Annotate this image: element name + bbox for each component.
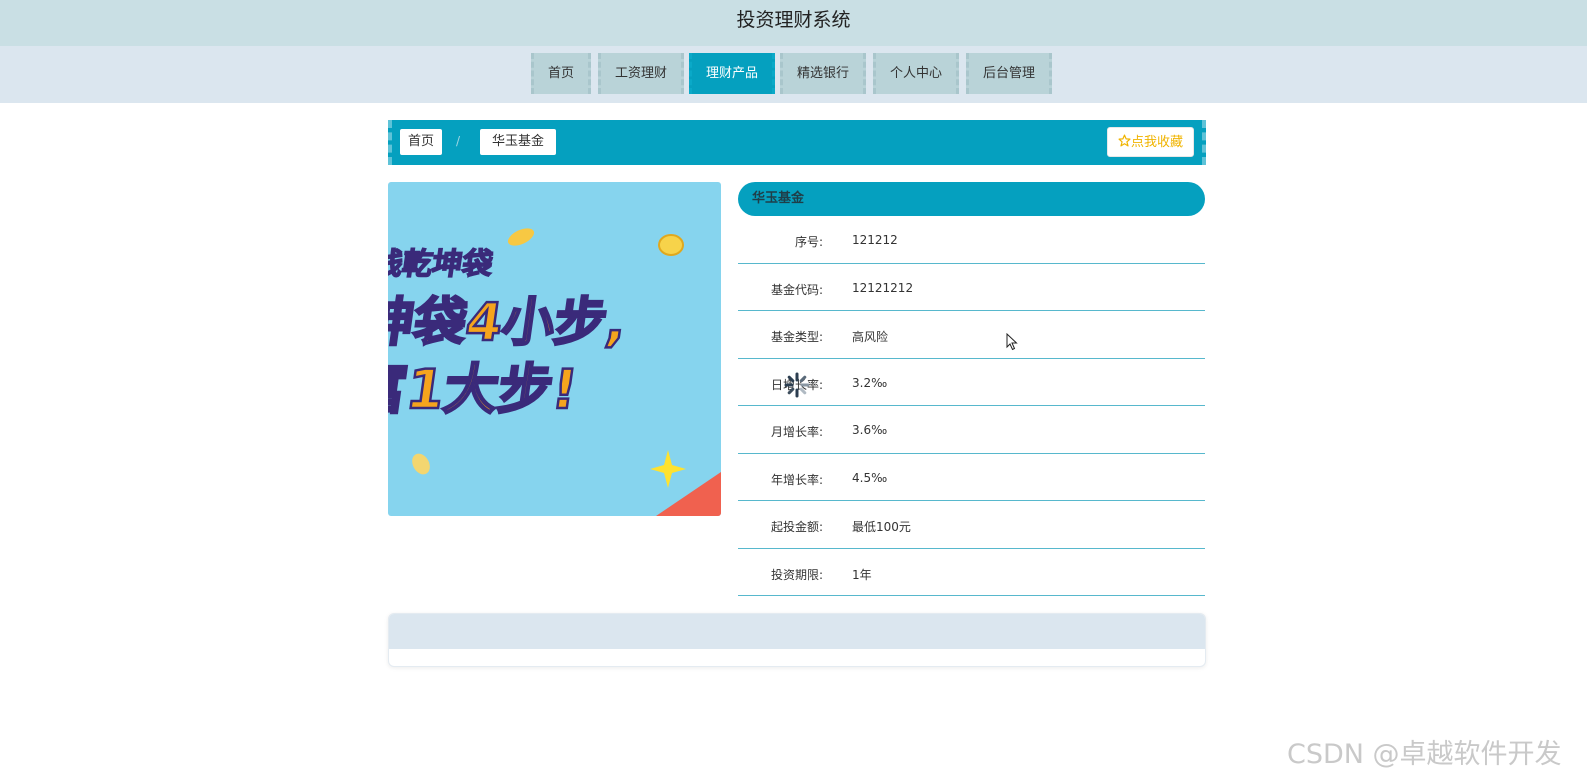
detail-label: 月增长率: — [770, 425, 823, 439]
detail-label: 起投金额: — [770, 520, 823, 534]
banner-text-line2: 坤袋4小步, — [388, 293, 630, 353]
star-outline-icon — [1118, 134, 1131, 147]
detail-value: 12121212 — [852, 280, 914, 295]
app-title: 投资理财系统 — [736, 9, 851, 31]
comments-panel — [388, 613, 1206, 667]
detail-label: 基金代码: — [770, 282, 823, 297]
favorite-button[interactable]: 点我收藏 — [1106, 127, 1194, 157]
nav-item-personal-center[interactable]: 个人中心 — [873, 53, 960, 94]
detail-row-term: 投资期限: 1年 — [738, 549, 1205, 596]
detail-row-fund-code: 基金代码: 12121212 — [738, 264, 1205, 311]
detail-value: 1年 — [852, 567, 872, 582]
main-nav: 首页 工资理财 理财产品 精选银行 个人中心 后台管理 — [0, 46, 1587, 103]
nav-item-home[interactable]: 首页 — [531, 53, 592, 94]
nav-item-finance-products[interactable]: 理财产品 — [689, 53, 776, 94]
breadcrumb-home-link[interactable]: 首页 — [400, 129, 443, 155]
product-detail-list: 序号: 121212 基金代码: 12121212 基金类型: 高风险 日增长率… — [738, 216, 1205, 596]
detail-value: 4.5‰ — [852, 470, 888, 485]
detail-label: 年增长率: — [770, 472, 823, 487]
detail-row-yearly-growth: 年增长率: 4.5‰ — [738, 454, 1205, 501]
detail-value: 121212 — [852, 233, 898, 247]
banner-text-line3: 富1大步! — [388, 358, 581, 421]
watermark-text: CSDN @卓越软件开发 — [1287, 739, 1562, 770]
nav-item-salary-finance[interactable]: 工资理财 — [598, 53, 685, 94]
detail-value: 高风险 — [852, 330, 889, 344]
breadcrumb-bar: 首页 / 华玉基金 点我收藏 — [388, 120, 1206, 165]
mouse-pointer-icon — [1006, 332, 1018, 355]
detail-value: 3.2‰ — [852, 375, 888, 390]
favorite-label: 点我收藏 — [1130, 135, 1183, 150]
detail-row-fund-type: 基金类型: 高风险 — [738, 311, 1205, 359]
detail-row-monthly-growth: 月增长率: 3.6‰ — [738, 406, 1205, 454]
detail-label: 序号: — [794, 235, 823, 249]
product-name-header: 华玉基金 — [738, 182, 1205, 216]
nav-item-selected-banks[interactable]: 精选银行 — [780, 53, 867, 94]
detail-label: 投资期限: — [770, 567, 823, 582]
detail-label: 基金类型: — [770, 330, 823, 344]
comments-panel-header — [389, 614, 1205, 649]
detail-value: 最低100元 — [852, 520, 911, 534]
breadcrumb-separator: / — [456, 134, 461, 148]
detail-row-serial: 序号: 121212 — [738, 216, 1205, 264]
detail-row-min-investment: 起投金额: 最低100元 — [738, 501, 1205, 549]
top-header: 投资理财系统 — [0, 0, 1587, 46]
product-banner-image: 钱乾坤袋 坤袋4小步, 富1大步! — [388, 182, 721, 516]
breadcrumb-current: 华玉基金 — [480, 129, 557, 155]
banner-text-line1: 钱乾坤袋 — [388, 247, 496, 282]
loading-spinner-icon — [784, 372, 810, 402]
nav-item-admin[interactable]: 后台管理 — [966, 53, 1053, 94]
detail-value: 3.6‰ — [852, 423, 888, 437]
